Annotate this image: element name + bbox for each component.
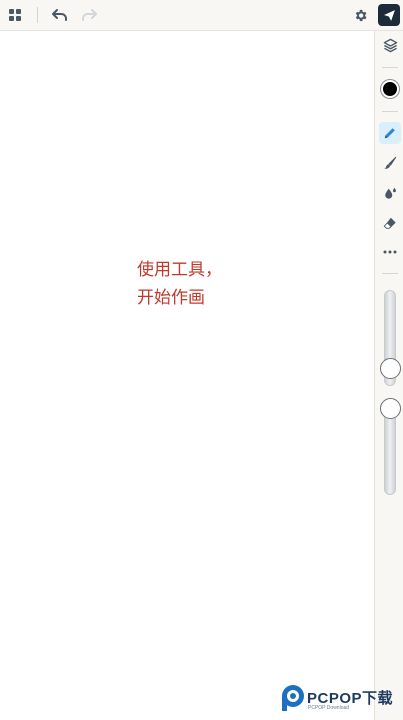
opacity-slider-thumb[interactable]	[380, 398, 401, 419]
pencil-tool-button[interactable]	[379, 122, 401, 144]
canvas-hint: 使用工具， 开始作画	[137, 256, 267, 312]
hint-line-2: 开始作画	[137, 288, 205, 308]
layers-icon[interactable]	[379, 34, 401, 56]
more-tools-button[interactable]	[379, 241, 401, 263]
ink-drops-icon	[384, 187, 396, 199]
grid-icon[interactable]	[4, 4, 26, 26]
sidebar-divider	[382, 111, 398, 112]
toolbar-divider	[37, 7, 38, 23]
drawing-canvas[interactable]	[0, 31, 374, 720]
sidebar-divider	[382, 273, 398, 274]
brush-tool-button[interactable]	[379, 152, 401, 174]
undo-icon[interactable]	[49, 4, 71, 26]
send-button[interactable]	[378, 4, 400, 26]
tool-sidebar	[374, 31, 403, 720]
color-swatch[interactable]	[381, 80, 399, 98]
watermark-subtitle: PCPOP Download	[308, 705, 350, 711]
pencil-icon	[384, 128, 395, 139]
watermark: PCPOP下载 PCPOP Download	[280, 684, 402, 714]
eraser-tool-button[interactable]	[379, 212, 401, 234]
send-icon	[383, 9, 395, 21]
ink-tool-button[interactable]	[379, 182, 401, 204]
gear-icon[interactable]	[349, 4, 371, 26]
top-toolbar	[0, 0, 403, 31]
eraser-icon	[383, 217, 396, 229]
brush-icon	[384, 156, 397, 169]
more-icon	[383, 250, 397, 254]
hint-line-1: 使用工具，	[137, 260, 222, 280]
redo-icon[interactable]	[78, 4, 100, 26]
sidebar-divider	[382, 67, 398, 68]
pcpop-logo-icon	[282, 685, 304, 711]
size-slider-thumb[interactable]	[380, 358, 401, 379]
